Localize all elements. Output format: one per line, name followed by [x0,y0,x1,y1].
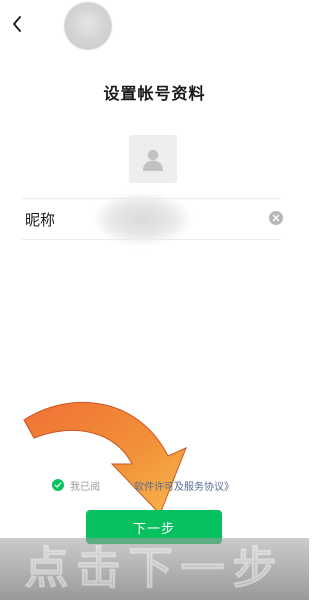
nickname-label: 昵称 [25,211,56,229]
chevron-left-icon [13,16,21,32]
page-title: 设置帐号资料 [103,84,206,103]
agreement-prefix: 我已阅 [70,481,100,493]
agreement-link[interactable]: 软件许可及服务协议》 [134,478,234,493]
screen: 设置帐号资料 昵称 我已阅 软件许可及服务协议》 下一步 点击下一步 [0,0,309,600]
arrow-annotation [23,401,187,515]
check-icon [54,482,62,488]
clear-button[interactable] [269,211,283,225]
blurred-profile-circle [64,2,112,50]
agreement-row: 我已阅 软件许可及服务协议》 [52,476,234,494]
nickname-row: 昵称 [22,193,283,245]
person-silhouette-icon [143,149,163,171]
clear-circle-icon [272,214,280,222]
caption-overlay: 点击下一步 [0,538,309,600]
agree-checkbox[interactable] [52,479,64,491]
avatar-upload[interactable] [129,135,177,183]
back-button[interactable] [6,12,28,36]
caption-text: 点击下一步 [24,543,285,594]
nickname-input[interactable] [82,205,266,233]
